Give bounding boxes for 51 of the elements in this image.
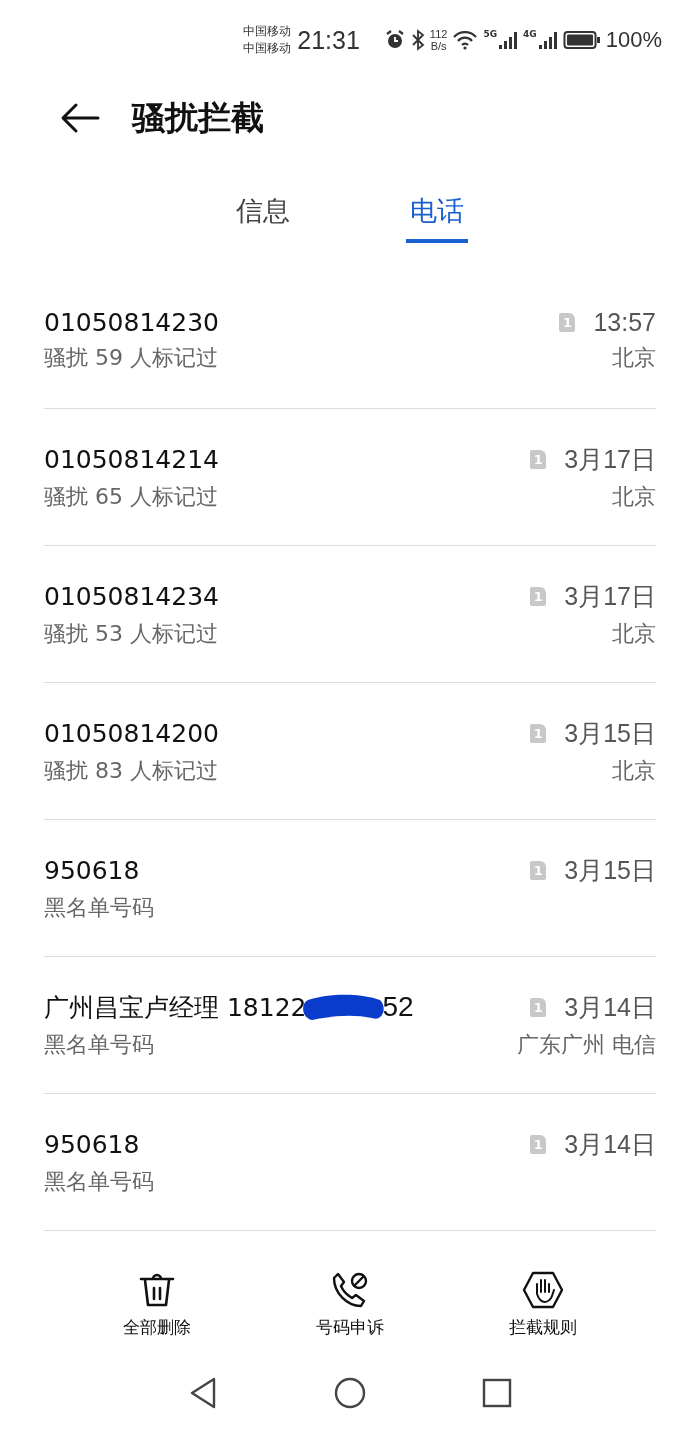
action-button[interactable]: 全部删除 [122, 1269, 191, 1339]
call-note: 骚扰 65 人标记过 [44, 482, 218, 511]
call-note: 黑名单号码 [44, 893, 154, 922]
battery-icon [562, 30, 601, 50]
caller-number-tail: 52 [382, 991, 414, 1023]
call-note: 骚扰 53 人标记过 [44, 619, 218, 648]
back-arrow-icon[interactable] [60, 102, 100, 134]
caller-number: 01050814214 [44, 444, 219, 474]
signal-icon [498, 30, 519, 50]
speed-unit: B/s [430, 40, 447, 52]
tab[interactable]: 电话 [406, 185, 468, 243]
call-note: 骚扰 59 人标记过 [44, 343, 218, 372]
carrier-label: 中国移动 [243, 23, 292, 40]
call-note: 骚扰 83 人标记过 [44, 756, 218, 785]
carrier-label: 中国移动 [243, 40, 292, 57]
wifi-icon [452, 30, 479, 50]
clock-time: 21:31 [297, 25, 360, 55]
call-note: 黑名单号码 [44, 1030, 154, 1059]
call-time: 3月14日 [564, 991, 656, 1023]
caller-number: 01050814234 [44, 581, 219, 611]
call-time: 3月17日 [564, 443, 656, 475]
action-button[interactable]: 号码申诉 [316, 1269, 384, 1339]
recents-nav-icon[interactable] [482, 1377, 512, 1408]
back-nav-icon[interactable] [188, 1375, 218, 1410]
caller-number: 950618 [44, 855, 140, 885]
battery-percent: 100% [605, 27, 662, 53]
call-note: 黑名单号码 [44, 1167, 154, 1196]
call-location: 北京 [612, 756, 656, 785]
home-nav-icon[interactable] [334, 1376, 366, 1409]
caller-number: 01050814230 [44, 307, 219, 337]
call-time: 3月17日 [564, 580, 656, 612]
call-location: 北京 [612, 482, 656, 511]
call-location: 北京 [612, 619, 656, 648]
caller-number: 广州昌宝卢经理 18122 [44, 991, 307, 1024]
call-time: 3月15日 [564, 854, 656, 886]
speed-value: 112 [429, 28, 448, 40]
hand-stop-icon [522, 1269, 565, 1310]
tab[interactable]: 信息 [232, 185, 294, 243]
page-title: 骚扰拦截 [132, 96, 264, 139]
network-label: 5G [483, 29, 498, 39]
call-location: 北京 [612, 343, 656, 372]
caller-number: 950618 [44, 1129, 140, 1159]
caller-number: 01050814200 [44, 718, 219, 748]
call-time: 3月14日 [564, 1128, 656, 1160]
call-time: 13:57 [593, 307, 656, 337]
signal-icon [537, 30, 558, 50]
call-time: 3月15日 [564, 717, 656, 749]
network-label: 4G [523, 29, 537, 39]
call-location: 广东广州 电信 [517, 1030, 656, 1059]
bluetooth-icon [410, 29, 425, 51]
action-button[interactable]: 拦截规则 [509, 1269, 578, 1339]
